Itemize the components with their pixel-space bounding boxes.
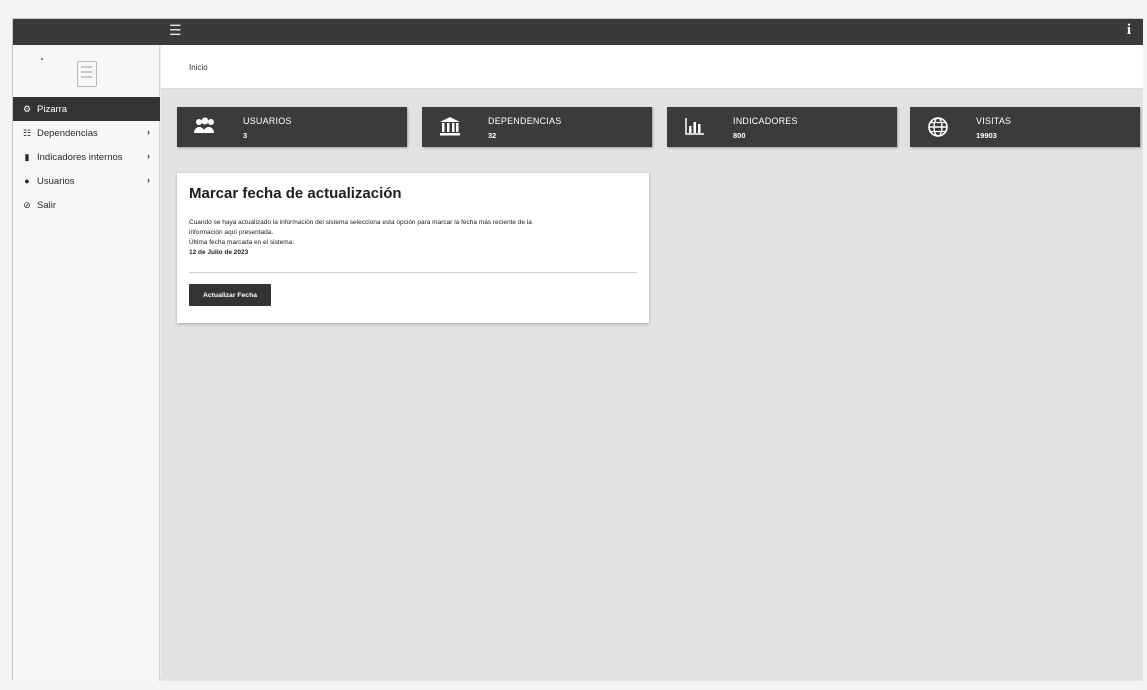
bar-chart-icon: [681, 116, 709, 138]
logo-icon: [77, 61, 97, 87]
stat-value: 800: [733, 131, 746, 140]
bank-icon: [436, 116, 464, 138]
users-icon: ●: [24, 176, 30, 186]
stat-label: DEPENDENCIAS: [488, 116, 562, 126]
stats-row: USUARIOS 3 DEPENDENCIAS 32 INDICADORES 8…: [177, 107, 1140, 147]
chevron-right-icon: ›: [147, 175, 150, 185]
sidebar-item-indicadores[interactable]: ▮ Indicadores internos ›: [13, 145, 160, 169]
stat-value: 3: [243, 131, 248, 140]
stat-card-usuarios[interactable]: USUARIOS 3: [177, 107, 407, 147]
stat-value: 19903: [976, 131, 997, 140]
last-date-value: 12 de Julio de 2023: [189, 249, 249, 256]
stat-label: INDICADORES: [733, 116, 798, 126]
menu-toggle-icon[interactable]: ☰: [169, 23, 183, 37]
update-date-panel: Marcar fecha de actualización Cuando se …: [177, 173, 649, 323]
bank-icon: ☷: [22, 127, 32, 138]
bar-chart-icon: ▮: [24, 151, 30, 162]
panel-title: Marcar fecha de actualización: [189, 185, 402, 202]
stat-card-dependencias[interactable]: DEPENDENCIAS 32: [422, 107, 652, 147]
sidebar-item-dependencias[interactable]: ☷ Dependencias ›: [13, 121, 160, 145]
panel-description: Cuando se haya actualizado la informació…: [189, 218, 629, 258]
breadcrumb-bar: Inicio: [161, 45, 1143, 89]
description-line: Cuando se haya actualizado la informació…: [189, 219, 532, 226]
sidebar-item-salir[interactable]: ⊘ Salir: [13, 193, 160, 217]
last-date-label: Última fecha marcada en el sistema:: [189, 239, 295, 246]
info-icon[interactable]: i: [1123, 22, 1135, 40]
stat-value: 32: [488, 131, 497, 140]
top-navbar: ☰ i: [13, 19, 1143, 45]
chevron-right-icon: ›: [147, 127, 150, 137]
chevron-right-icon: ›: [147, 151, 150, 161]
sidebar-item-label: Pizarra: [37, 103, 68, 115]
breadcrumb[interactable]: Inicio: [189, 63, 208, 72]
logout-icon: ⊘: [23, 199, 31, 210]
divider: [189, 272, 637, 273]
description-line: información aquí presentada.: [189, 229, 274, 236]
sidebar-item-label: Indicadores internos: [37, 151, 123, 163]
users-icon: [191, 116, 219, 138]
stat-card-indicadores[interactable]: INDICADORES 800: [667, 107, 897, 147]
sidebar-item-pizarra[interactable]: ⚙ Pizarra: [13, 97, 160, 121]
stat-label: VISITAS: [976, 116, 1012, 126]
decorative-dot: [41, 58, 43, 60]
sidebar-nav: ⚙ Pizarra ☷ Dependencias › ▮ Indicadores…: [13, 97, 160, 217]
update-date-button[interactable]: Actualizar Fecha: [189, 284, 271, 306]
globe-icon: [924, 116, 952, 138]
sidebar: ⚙ Pizarra ☷ Dependencias › ▮ Indicadores…: [13, 45, 160, 681]
sidebar-item-label: Salir: [37, 199, 57, 211]
sidebar-item-label: Dependencias: [37, 127, 98, 139]
main-content: Inicio USUARIOS 3 DEPENDENCIAS 32 INDICA…: [161, 45, 1143, 681]
sidebar-item-usuarios[interactable]: ● Usuarios ›: [13, 169, 160, 193]
tachometer-icon: ⚙: [22, 103, 32, 114]
sidebar-item-label: Usuarios: [37, 175, 75, 187]
stat-label: USUARIOS: [243, 116, 292, 126]
app-window: ☰ i ⚙ Pizarra ☷ Dependencias › ▮ Indicad…: [12, 18, 1143, 681]
stat-card-visitas[interactable]: VISITAS 19903: [910, 107, 1140, 147]
